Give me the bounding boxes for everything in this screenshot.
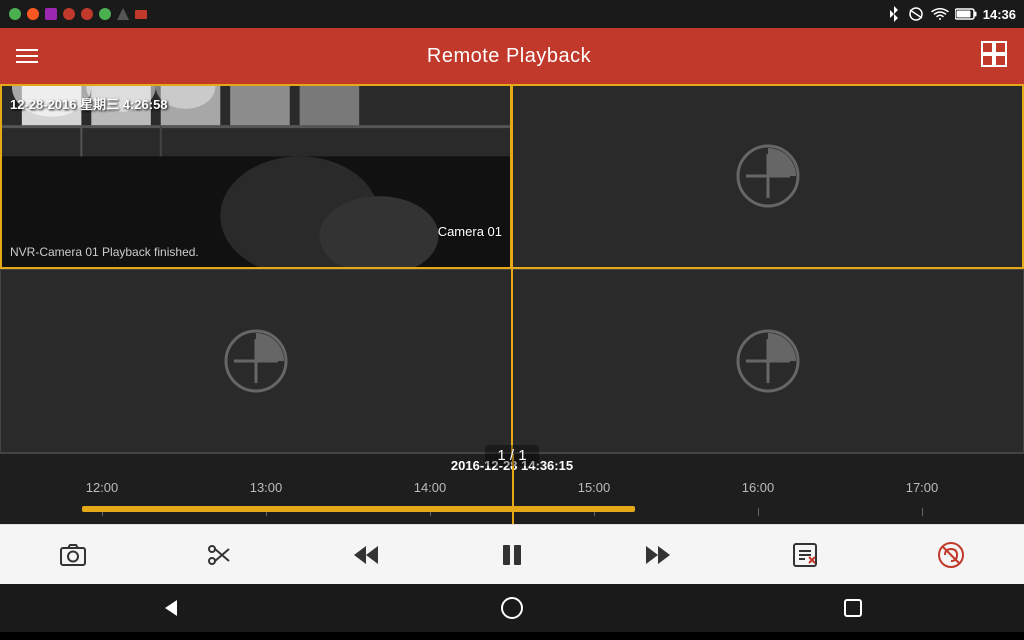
add-camera-placeholder-3 <box>224 329 288 393</box>
home-icon <box>500 596 524 620</box>
time-label-14: 14:00 <box>414 480 447 495</box>
app-icon-2 <box>26 7 40 21</box>
clock: 14:36 <box>983 7 1016 22</box>
time-label-12: 12:00 <box>86 480 119 495</box>
fast-forward-icon <box>644 541 672 569</box>
bluetooth-icon <box>887 5 901 23</box>
time-label-16: 16:00 <box>742 480 775 495</box>
timeline-cursor <box>512 454 514 524</box>
export-button[interactable] <box>781 531 829 579</box>
app-icon-4 <box>62 7 76 21</box>
signal-block-icon <box>907 7 925 21</box>
camera-icon <box>59 541 87 569</box>
layout-button[interactable] <box>980 40 1008 73</box>
clip-button[interactable] <box>195 531 243 579</box>
video-cell-1[interactable]: 12-28-2016 星期三 4:26:58 Camera 01 NVR-Cam… <box>0 84 512 269</box>
video-cell-4[interactable] <box>512 269 1024 454</box>
rewind-button[interactable] <box>342 531 390 579</box>
app-icon-5 <box>80 7 94 21</box>
camera-timestamp: 12-28-2016 星期三 4:26:58 <box>10 94 168 113</box>
app-title: Remote Playback <box>427 45 591 68</box>
status-bar: 14:36 <box>0 0 1024 28</box>
recent-button[interactable] <box>823 584 883 632</box>
back-icon <box>159 596 183 620</box>
video-cell-3[interactable] <box>0 269 512 454</box>
fastforward-button[interactable] <box>634 531 682 579</box>
app-icon-7 <box>116 7 130 21</box>
wifi-icon <box>931 7 949 21</box>
add-camera-placeholder-2 <box>736 144 800 208</box>
export-icon <box>791 541 819 569</box>
nav-bar <box>0 584 1024 632</box>
app-bar: Remote Playback <box>0 28 1024 84</box>
recent-icon <box>841 596 865 620</box>
status-icons-left <box>8 7 148 21</box>
time-label-17: 17:00 <box>906 480 939 495</box>
video-cell-2[interactable] <box>512 84 1024 269</box>
time-label-13: 13:00 <box>250 480 283 495</box>
mute-icon <box>937 541 965 569</box>
time-label-15: 15:00 <box>578 480 611 495</box>
pause-button[interactable] <box>488 531 536 579</box>
mute-button[interactable] <box>927 531 975 579</box>
video-grid: 12-28-2016 星期三 4:26:58 Camera 01 NVR-Cam… <box>0 84 1024 454</box>
rewind-icon <box>352 541 380 569</box>
camera-name: Camera 01 <box>438 224 502 239</box>
status-icons-right: 14:36 <box>887 5 1016 23</box>
home-button[interactable] <box>482 584 542 632</box>
app-icon-1 <box>8 7 22 21</box>
app-icon-8 <box>134 7 148 21</box>
add-camera-placeholder-4 <box>736 329 800 393</box>
camera-status: NVR-Camera 01 Playback finished. <box>10 245 199 259</box>
timeline-activity-bar <box>82 506 635 512</box>
screenshot-button[interactable] <box>49 531 97 579</box>
timeline-area[interactable]: 2016-12-28 14:36:15 12:00 13:00 14:00 15… <box>0 454 1024 524</box>
pause-icon <box>498 541 526 569</box>
app-icon-6 <box>98 7 112 21</box>
battery-icon <box>955 8 977 20</box>
back-button[interactable] <box>141 584 201 632</box>
app-icon-3 <box>44 7 58 21</box>
menu-button[interactable] <box>16 49 38 63</box>
bottom-toolbar <box>0 524 1024 584</box>
scissors-icon <box>205 541 233 569</box>
